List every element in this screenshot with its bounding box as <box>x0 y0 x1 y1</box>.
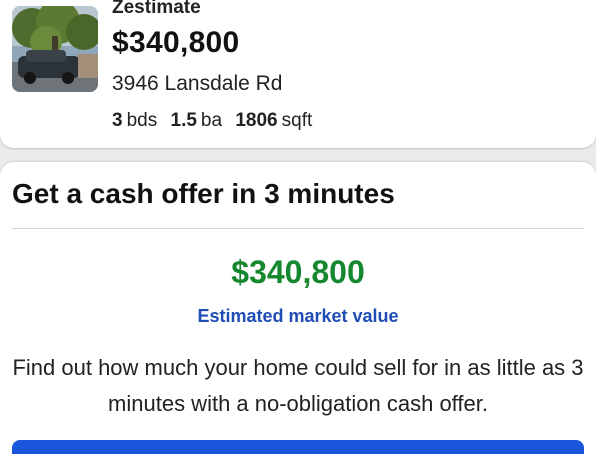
house-photo-icon <box>12 6 98 92</box>
baths-unit: ba <box>200 110 223 131</box>
property-photo[interactable] <box>12 6 98 92</box>
zestimate-value: $340,800 <box>112 26 240 59</box>
sqft-unit: sqft <box>281 110 313 131</box>
cash-offer-description: Find out how much your home could sell f… <box>12 355 584 416</box>
estimated-market-value-link[interactable]: Estimated market value <box>0 305 596 327</box>
baths-value: 1.5 <box>170 110 197 131</box>
property-facts: 3 bds 1.5 ba 1806 sqft <box>112 109 320 133</box>
zestimate-label: Zestimate <box>112 0 201 18</box>
beds-value: 3 <box>112 110 123 131</box>
cash-offer-title: Get a cash offer in 3 minutes <box>12 178 395 209</box>
divider <box>12 228 584 229</box>
beds-unit: bds <box>126 110 158 131</box>
sqft-value: 1806 <box>235 110 278 131</box>
cash-offer-card: Get a cash offer in 3 minutes $340,800 E… <box>0 162 596 462</box>
get-offer-button[interactable] <box>12 440 584 454</box>
property-card[interactable]: Zestimate $340,800 3946 Lansdale Rd 3 bds… <box>0 0 596 148</box>
property-address[interactable]: 3946 Lansdale Rd <box>112 71 282 97</box>
cash-offer-value: $340,800 <box>231 254 365 290</box>
